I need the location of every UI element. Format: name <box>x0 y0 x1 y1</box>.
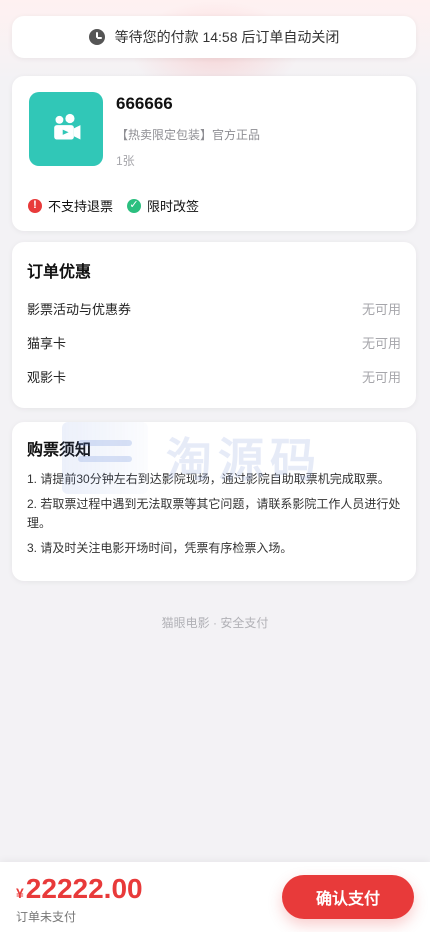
purchase-notice-card: 购票须知 1. 请提前30分钟左右到达影院现场，通过影院自助取票机完成取票。 2… <box>12 422 416 581</box>
badge-no-refund-label: 不支持退票 <box>48 199 114 214</box>
notice-item: 1. 请提前30分钟左右到达影院现场，通过影院自助取票机完成取票。 <box>27 472 390 486</box>
discount-row-movie-card[interactable]: 观影卡 无可用 <box>27 364 401 388</box>
discount-row-coupons[interactable]: 影票活动与优惠券 无可用 <box>27 296 401 320</box>
confirm-pay-button[interactable]: 确认支付 <box>282 875 414 919</box>
secure-payment-text: 猫眼电影 · 安全支付 <box>161 616 269 630</box>
video-camera-icon <box>54 113 81 140</box>
discount-row-value: 无可用 <box>361 301 401 317</box>
product-subtitle: 【热卖限定包装】官方正品 <box>116 128 261 142</box>
discount-title: 订单优惠 <box>27 264 92 281</box>
notice-title: 购票须知 <box>27 442 92 459</box>
clock-icon <box>88 29 105 45</box>
notice-item: 2. 若取票过程中遇到无法取票等其它问题，请联系影院工作人员进行处理。 <box>27 497 401 530</box>
notice-item: 3. 请及时关注电影开场时间，凭票有序检票入场。 <box>27 541 293 555</box>
product-thumbnail <box>29 92 103 166</box>
price-amount: 22222.00 <box>25 873 143 904</box>
total-price: ¥ 22222.00 <box>16 872 143 906</box>
discount-row-label: 猫享卡 <box>27 335 67 351</box>
payment-timer-text: 等待您的付款 14:58 后订单自动关闭 <box>114 29 340 45</box>
discount-row-label: 影票活动与优惠券 <box>27 301 132 317</box>
discount-row-label: 观影卡 <box>27 369 67 385</box>
payment-timer: 等待您的付款 14:58 后订单自动关闭 <box>12 16 416 58</box>
limited-change-icon: ✓ <box>127 198 142 213</box>
currency-symbol: ¥ <box>16 885 24 901</box>
discount-row-maoxiang-card[interactable]: 猫享卡 无可用 <box>27 330 401 354</box>
order-status: 订单未支付 <box>16 910 77 924</box>
policy-badges: ! 不支持退票 ✓ 限时改签 <box>28 196 199 215</box>
badge-limited-change: ✓ 限时改签 <box>127 196 199 215</box>
discount-row-value: 无可用 <box>361 335 401 351</box>
notice-list: 1. 请提前30分钟左右到达影院现场，通过影院自助取票机完成取票。 2. 若取票… <box>27 470 401 564</box>
discount-row-value: 无可用 <box>361 369 401 385</box>
product-quantity: 1张 <box>116 154 135 168</box>
product-title: 666666 <box>116 94 173 113</box>
badge-no-refund: ! 不支持退票 <box>28 196 113 215</box>
badge-limited-change-label: 限时改签 <box>147 199 200 214</box>
order-discount-card: 订单优惠 影票活动与优惠券 无可用 猫享卡 无可用 观影卡 无可用 <box>12 242 416 408</box>
no-refund-icon: ! <box>28 198 42 213</box>
bottom-pay-bar: ¥ 22222.00 订单未支付 确认支付 <box>0 862 430 932</box>
order-product-card: 666666 【热卖限定包装】官方正品 1张 ! 不支持退票 ✓ 限时改签 <box>12 76 416 231</box>
